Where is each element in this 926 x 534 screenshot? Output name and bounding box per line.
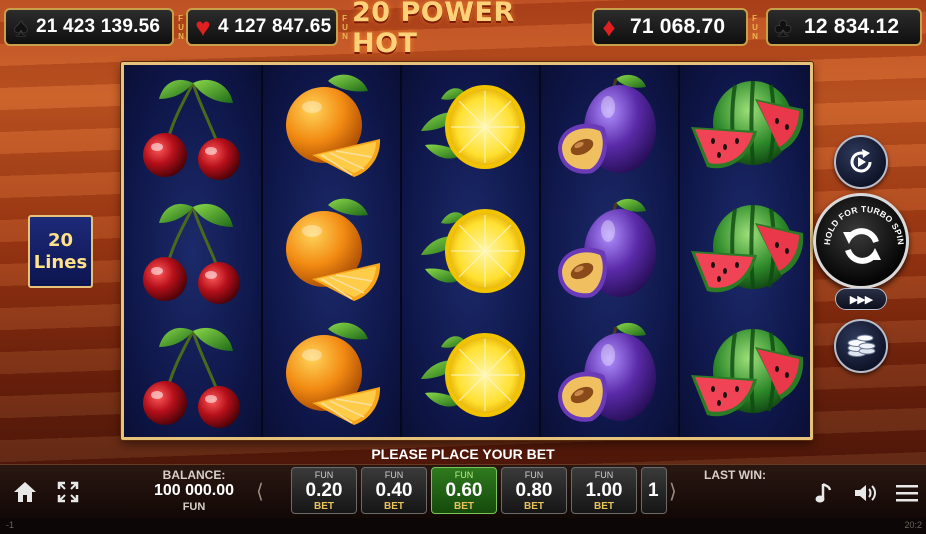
- watermelon-symbol: [680, 189, 810, 313]
- speaker-icon: [855, 485, 876, 501]
- club-icon: ♣: [774, 12, 792, 42]
- cherry-symbol: [124, 313, 261, 437]
- jackpot-value: 21 423 139.56: [36, 16, 161, 37]
- status-clock: 20:2: [904, 520, 922, 530]
- plum-symbol: [541, 65, 678, 189]
- bet-value: 1: [648, 480, 659, 501]
- bet-option[interactable]: FUN 0.80 BET: [501, 467, 567, 514]
- heart-icon: ♥: [195, 12, 211, 42]
- plum-symbol: [541, 189, 678, 313]
- replay-button[interactable]: [834, 135, 888, 189]
- jackpot-value: 4 127 847.65: [218, 16, 332, 37]
- reel-1: [124, 65, 261, 437]
- bet-unit: BET: [454, 500, 474, 512]
- bet-currency: FUN: [454, 469, 474, 480]
- spin-button[interactable]: HOLD FOR TURBO SPIN: [813, 193, 909, 289]
- jackpot-value: 71 068.70: [630, 15, 726, 38]
- bet-option-partial[interactable]: 1: [641, 467, 667, 514]
- orange-symbol: [263, 313, 400, 437]
- orange-symbol: [263, 189, 400, 313]
- autoplay-button[interactable]: ▶▶▶: [835, 288, 887, 310]
- status-strip: -1 20:2: [0, 518, 926, 534]
- reel-3: [402, 65, 539, 437]
- coins-icon: [847, 334, 876, 357]
- jackpot-value: 12 834.12: [804, 15, 900, 38]
- jackpot-heart: ♥ 4 127 847.65 FUN: [186, 8, 348, 46]
- bet-currency: FUN: [524, 469, 544, 480]
- fun-label: FUN: [752, 13, 758, 41]
- home-button[interactable]: [12, 480, 38, 504]
- lemon-symbol: [402, 65, 539, 189]
- spade-icon: ♠: [14, 12, 28, 42]
- bet-currency: FUN: [314, 469, 334, 480]
- balance-label: BALANCE:: [162, 468, 226, 482]
- spin-icon: [843, 228, 881, 264]
- music-note-icon: [815, 482, 832, 503]
- fullscreen-icon: [57, 481, 79, 503]
- replay-icon: [850, 149, 872, 173]
- cherry-symbol: [124, 189, 261, 313]
- bet-option[interactable]: FUN 1.00 BET: [571, 467, 637, 514]
- bet-unit: BET: [314, 500, 334, 512]
- jackpot-bar: ♠ 21 423 139.56 FUN ♥ 4 127 847.65 FUN 2…: [0, 0, 926, 59]
- lemon-symbol: [402, 189, 539, 313]
- bet-prompt: PLEASE PLACE YOUR BET: [371, 446, 555, 462]
- bet-value: 1.00: [585, 479, 623, 501]
- reel-4: [541, 65, 678, 437]
- bet-settings-button[interactable]: [834, 319, 888, 373]
- bet-value: 0.20: [305, 479, 343, 501]
- lines-label: Lines: [33, 251, 88, 273]
- game-logo: 20 POWER HOT: [352, 0, 515, 59]
- bet-value: 0.80: [515, 479, 553, 501]
- bet-unit: BET: [524, 500, 544, 512]
- bet-currency: FUN: [594, 469, 614, 480]
- status-left: -1: [6, 520, 15, 530]
- watermelon-symbol: [680, 313, 810, 437]
- fullscreen-button[interactable]: [56, 480, 80, 504]
- bet-unit: BET: [594, 500, 614, 512]
- bet-option[interactable]: FUN 0.40 BET: [361, 467, 427, 514]
- lemon-symbol: [402, 313, 539, 437]
- bet-value: 0.60: [445, 479, 483, 501]
- jackpot-spade: ♠ 21 423 139.56 FUN: [4, 8, 184, 46]
- lines-indicator: 20 Lines: [28, 215, 93, 288]
- bet-option-selected[interactable]: FUN 0.60 BET: [431, 467, 497, 514]
- diamond-icon: ♦: [602, 12, 616, 42]
- plum-symbol: [541, 313, 678, 437]
- reel-5: [680, 65, 810, 437]
- jackpot-diamond: ♦ 71 068.70 FUN: [592, 8, 758, 46]
- watermelon-symbol: [680, 65, 810, 189]
- reel-grid: [121, 62, 813, 440]
- sound-button[interactable]: [852, 481, 880, 505]
- jackpot-club: ♣ 12 834.12: [766, 8, 922, 46]
- last-win-label: LAST WIN:: [704, 468, 766, 482]
- menu-button[interactable]: [894, 482, 920, 504]
- bet-prev-arrow[interactable]: ⟨: [256, 479, 264, 504]
- bet-value: 0.40: [375, 479, 413, 501]
- bet-unit: BET: [384, 500, 404, 512]
- bet-next-arrow[interactable]: ⟩: [669, 479, 677, 504]
- music-button[interactable]: [812, 481, 836, 505]
- hamburger-menu-icon: [896, 485, 918, 502]
- fun-label: FUN: [342, 13, 348, 41]
- home-icon: [14, 482, 36, 502]
- reel-2: [263, 65, 400, 437]
- bet-option[interactable]: FUN 0.20 BET: [291, 467, 357, 514]
- balance-unit: FUN: [182, 501, 206, 513]
- bet-currency: FUN: [384, 469, 404, 480]
- orange-symbol: [263, 65, 400, 189]
- balance-value: 100 000.00: [153, 482, 235, 499]
- lines-count: 20: [47, 229, 74, 251]
- cherry-symbol: [124, 65, 261, 189]
- bottom-bar: BALANCE: 100 000.00 FUN ⟨ FUN 0.20 BET F…: [0, 464, 926, 518]
